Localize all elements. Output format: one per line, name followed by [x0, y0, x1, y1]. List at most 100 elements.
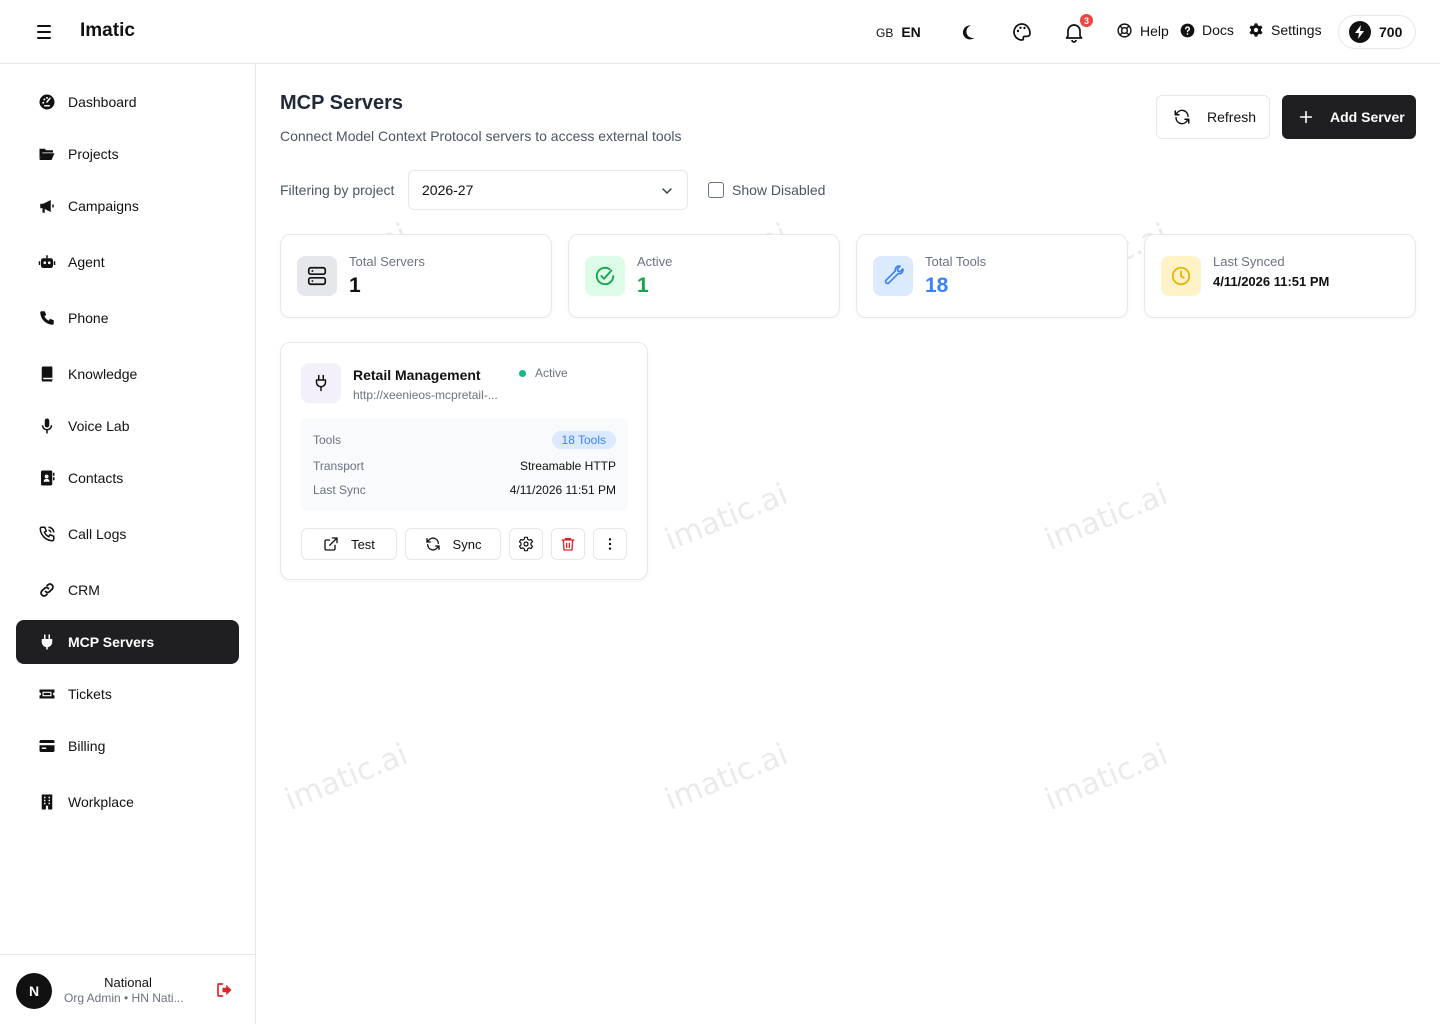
- trash-icon: [561, 538, 575, 551]
- docs-label: Docs: [1202, 22, 1234, 38]
- building-icon: [38, 793, 56, 811]
- sidebar-item-workplace[interactable]: Workplace: [16, 780, 239, 824]
- sidebar-item-label: CRM: [68, 582, 100, 598]
- stat-label: Total Tools: [925, 254, 987, 269]
- check-circle-icon: [585, 256, 625, 296]
- sidebar-item-label: Dashboard: [68, 94, 137, 110]
- sidebar-item-tickets[interactable]: Tickets: [16, 672, 239, 716]
- sync-button[interactable]: Sync: [405, 528, 501, 560]
- stat-card-last-synced: Last Synced 4/11/2026 11:51 PM: [1144, 234, 1416, 318]
- settings-link[interactable]: Settings: [1248, 22, 1322, 38]
- moon-icon[interactable]: [956, 20, 980, 44]
- app-title: Imatic: [80, 20, 135, 41]
- stat-value: 1: [349, 274, 361, 297]
- status-badge: Active: [519, 366, 568, 380]
- language-code: EN: [901, 24, 921, 40]
- more-vertical-icon: [608, 538, 612, 550]
- watermark: imatic.ai: [660, 477, 793, 558]
- phone-call-icon: [38, 525, 56, 543]
- delete-button[interactable]: [551, 528, 585, 560]
- help-label: Help: [1140, 22, 1169, 39]
- detail-key: Tools: [313, 433, 342, 447]
- status-dot: [519, 369, 526, 377]
- server-card[interactable]: Retail Management http://xeenieos-mcpret…: [280, 342, 648, 580]
- contact-book-icon: [38, 469, 56, 487]
- gear-icon: [518, 536, 534, 552]
- stat-label: Active: [637, 254, 673, 269]
- credits-button[interactable]: 700: [1338, 15, 1416, 49]
- sidebar-item-phone[interactable]: Phone: [16, 296, 239, 340]
- plug-icon: [301, 363, 341, 403]
- dashboard-icon: [38, 93, 56, 111]
- add-server-button[interactable]: Add Server: [1282, 95, 1416, 139]
- link-icon: [38, 581, 56, 599]
- refresh-label: Refresh: [1207, 109, 1257, 125]
- test-label: Test: [351, 536, 375, 552]
- test-button[interactable]: Test: [301, 528, 397, 560]
- gear-icon: [1249, 23, 1263, 37]
- tools-count-badge: 18 Tools: [551, 431, 616, 449]
- sidebar-item-crm[interactable]: CRM: [16, 568, 239, 612]
- show-disabled-checkbox[interactable]: [708, 182, 724, 198]
- question-circle-icon: [1180, 23, 1195, 37]
- sync-icon: [425, 537, 440, 551]
- show-disabled-label[interactable]: Show Disabled: [732, 182, 825, 198]
- megaphone-icon: [38, 197, 56, 215]
- sidebar-item-label: MCP Servers: [68, 634, 155, 650]
- phone-icon: [38, 309, 56, 327]
- palette-icon[interactable]: [1010, 20, 1034, 44]
- watermark: imatic.ai: [1040, 477, 1173, 558]
- project-select-value: 2026-27: [422, 182, 474, 198]
- detail-key: Last Sync: [313, 483, 366, 497]
- sidebar-item-label: Billing: [68, 738, 106, 754]
- plug-icon: [38, 633, 56, 651]
- server-name: Retail Management: [353, 367, 481, 383]
- refresh-button[interactable]: Refresh: [1156, 95, 1270, 139]
- sidebar-item-label: Agent: [68, 254, 105, 270]
- detail-row-transport: Transport Streamable HTTP: [313, 459, 616, 473]
- sidebar-item-label: Knowledge: [68, 366, 138, 382]
- language-selector[interactable]: GB EN: [876, 24, 921, 40]
- server-icon: [297, 256, 337, 296]
- page-title: MCP Servers: [280, 92, 404, 114]
- sidebar: Dashboard Projects Campaigns Agent Phone…: [0, 64, 256, 1024]
- sidebar-item-agent[interactable]: Agent: [16, 240, 239, 284]
- stat-label: Total Servers: [349, 254, 425, 269]
- filter-label: Filtering by project: [280, 182, 395, 198]
- sidebar-item-projects[interactable]: Projects: [16, 132, 239, 176]
- folder-icon: [38, 145, 56, 163]
- sidebar-item-contacts[interactable]: Contacts: [16, 456, 239, 500]
- detail-value: 4/11/2026 11:51 PM: [509, 483, 616, 497]
- sidebar-item-call-logs[interactable]: Call Logs: [16, 512, 239, 556]
- sidebar-item-label: Voice Lab: [68, 418, 130, 434]
- lifebuoy-icon: [1117, 23, 1132, 38]
- detail-row-tools: Tools 18 Tools: [313, 431, 616, 449]
- microphone-icon: [38, 417, 56, 435]
- page-subtitle: Connect Model Context Protocol servers t…: [280, 128, 682, 144]
- configure-button[interactable]: [509, 528, 543, 560]
- docs-link[interactable]: Docs: [1180, 22, 1234, 38]
- stat-card-total-servers: Total Servers 1: [280, 234, 552, 318]
- sidebar-item-label: Campaigns: [68, 198, 139, 214]
- detail-row-last-sync: Last Sync 4/11/2026 11:51 PM: [313, 483, 616, 497]
- sidebar-item-mcp-servers[interactable]: MCP Servers: [16, 620, 239, 664]
- credits-count: 700: [1379, 24, 1403, 40]
- hamburger-menu-icon[interactable]: [32, 22, 56, 42]
- stat-card-active: Active 1: [568, 234, 840, 318]
- project-select[interactable]: 2026-27: [408, 170, 688, 210]
- logout-icon[interactable]: [215, 981, 233, 999]
- clock-icon: [1161, 256, 1201, 296]
- avatar[interactable]: N: [16, 973, 52, 1009]
- watermark: imatic.ai: [660, 737, 793, 818]
- server-url: http://xeenieos-mcpretail-...: [353, 388, 498, 402]
- sidebar-item-knowledge[interactable]: Knowledge: [16, 352, 239, 396]
- status-label: Active: [535, 366, 568, 380]
- sidebar-item-campaigns[interactable]: Campaigns: [16, 184, 239, 228]
- sidebar-item-billing[interactable]: Billing: [16, 724, 239, 768]
- more-options-button[interactable]: [593, 528, 627, 560]
- sidebar-item-voice-lab[interactable]: Voice Lab: [16, 404, 239, 448]
- help-link[interactable]: Help: [1116, 22, 1169, 39]
- add-server-label: Add Server: [1330, 109, 1405, 125]
- sidebar-item-label: Phone: [68, 310, 109, 326]
- sidebar-item-dashboard[interactable]: Dashboard: [16, 80, 239, 124]
